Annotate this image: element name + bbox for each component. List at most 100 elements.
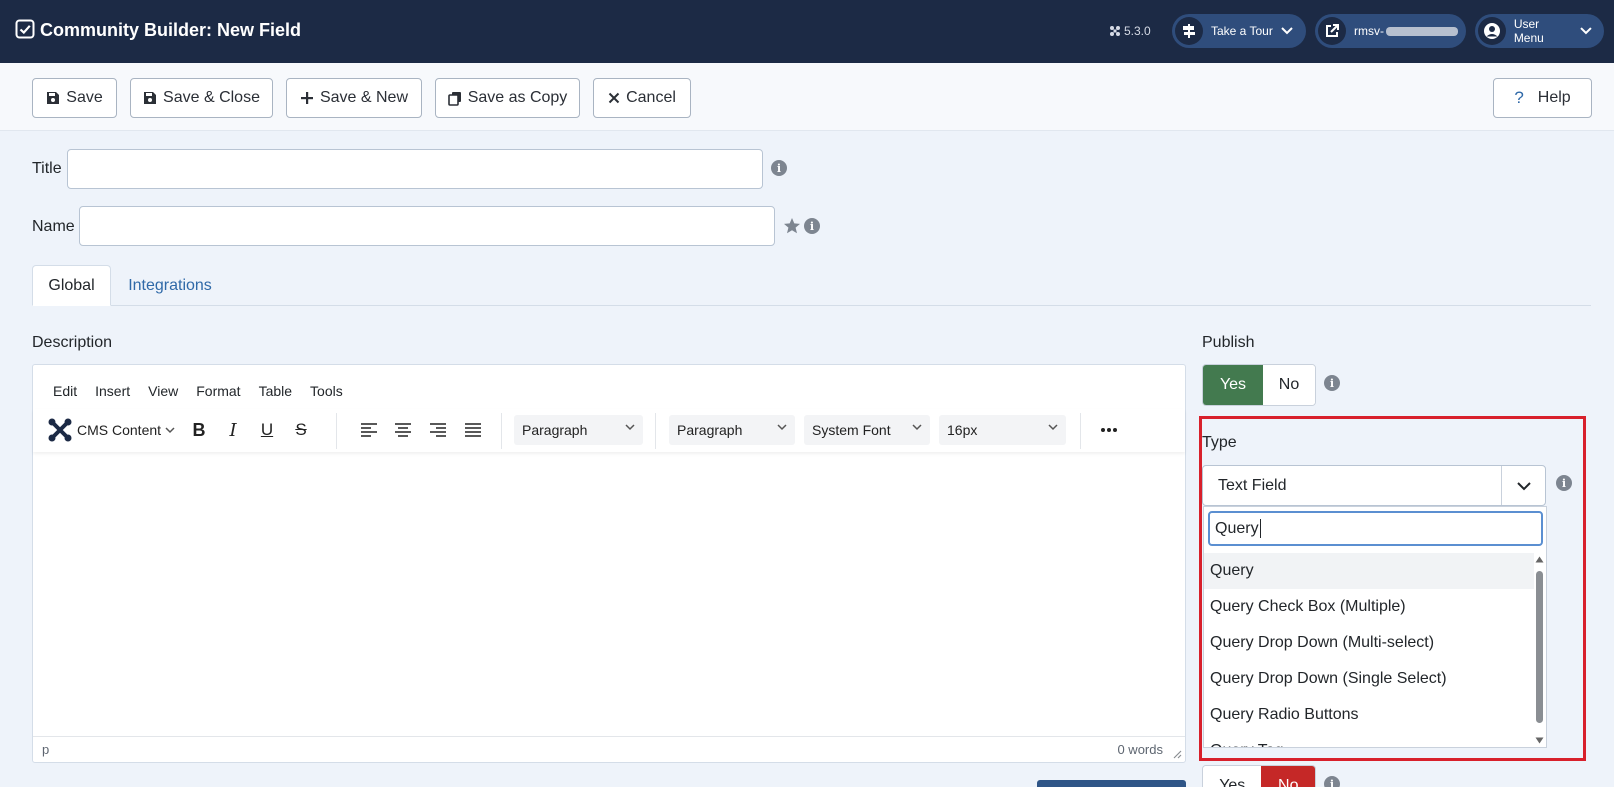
tab-divider — [32, 305, 1591, 306]
more-horizontal-icon — [1101, 428, 1117, 432]
external-link-icon — [1318, 17, 1346, 45]
copy-icon — [447, 91, 461, 106]
save-and-close-button[interactable]: Save & Close — [130, 78, 273, 118]
take-a-tour-button[interactable]: Take a Tour — [1172, 14, 1306, 48]
floppy-disk-icon — [144, 92, 157, 104]
underline-button[interactable]: U — [252, 415, 282, 445]
publish-no-option[interactable]: No — [1263, 365, 1315, 405]
lower-yes-option[interactable]: Yes — [1203, 766, 1262, 787]
type-option-query-dropdown-single[interactable]: Query Drop Down (Single Select) — [1204, 661, 1534, 697]
align-left-icon — [361, 423, 377, 437]
title-input[interactable] — [67, 149, 763, 189]
type-select[interactable]: Text Field — [1202, 465, 1546, 506]
editor-menubar: Edit Insert View Format Table Tools — [53, 383, 343, 399]
editor-toolbar: CMS Content B I U S Paragraph Paragraph — [33, 409, 1185, 452]
action-toolbar: Save Save & Close Save & New Save as Cop… — [0, 63, 1614, 131]
bottom-action-button[interactable] — [1037, 780, 1186, 787]
toolbar-separator — [336, 413, 337, 449]
cancel-button[interactable]: Cancel — [593, 78, 691, 118]
app-header: Community Builder: New Field 5.3.0 Take … — [0, 0, 1614, 63]
chevron-down-icon — [165, 426, 175, 433]
publish-label: Publish — [1202, 334, 1255, 351]
site-link-button[interactable]: rmsv- — [1315, 14, 1466, 48]
type-option-query-radio[interactable]: Query Radio Buttons — [1204, 697, 1534, 733]
publish-yes-option[interactable]: Yes — [1203, 365, 1263, 405]
description-label: Description — [32, 334, 113, 351]
menu-insert[interactable]: Insert — [95, 383, 130, 399]
type-search-input[interactable]: Query — [1208, 511, 1543, 546]
name-input[interactable] — [79, 206, 775, 246]
resize-handle-icon[interactable] — [1172, 749, 1182, 759]
menu-edit[interactable]: Edit — [53, 383, 77, 399]
scrollbar-thumb[interactable] — [1536, 571, 1543, 723]
lower-yes-no-toggle: Yes No — [1202, 765, 1316, 787]
chevron-down-icon — [1281, 27, 1293, 35]
word-count: 0 words — [1117, 742, 1163, 757]
chevron-down-icon — [1580, 27, 1592, 35]
close-icon — [608, 92, 620, 104]
italic-button[interactable]: I — [218, 415, 248, 445]
info-icon[interactable]: i — [1324, 375, 1340, 391]
rich-text-editor: Edit Insert View Format Table Tools CMS … — [32, 364, 1186, 763]
title-label: Title — [32, 160, 62, 177]
user-icon — [1478, 17, 1506, 45]
toolbar-separator — [1080, 413, 1081, 449]
type-options-list: Query Query Check Box (Multiple) Query D… — [1204, 553, 1534, 747]
chevron-down-icon — [625, 424, 635, 431]
help-button[interactable]: ? Help — [1493, 78, 1592, 118]
more-button[interactable] — [1094, 415, 1124, 445]
lower-no-option[interactable]: No — [1261, 766, 1315, 787]
page-title: Community Builder: New Field — [40, 20, 302, 40]
joomla-icon — [1110, 26, 1120, 36]
info-icon[interactable]: i — [771, 160, 787, 176]
editor-statusbar: p 0 words — [33, 736, 1185, 762]
text-caret — [1259, 519, 1261, 538]
chevron-down-icon — [912, 424, 922, 431]
save-button[interactable]: Save — [32, 78, 117, 118]
align-justify-button[interactable] — [458, 415, 488, 445]
type-option-query[interactable]: Query — [1204, 553, 1534, 589]
joomla-icon — [48, 418, 72, 442]
editor-content-area[interactable] — [33, 453, 1185, 736]
save-as-copy-button[interactable]: Save as Copy — [435, 78, 580, 118]
menu-view[interactable]: View — [148, 383, 178, 399]
dropdown-scrollbar[interactable] — [1534, 553, 1544, 747]
bold-button[interactable]: B — [184, 415, 214, 445]
version-badge: 5.3.0 — [1109, 24, 1151, 38]
toolbar-separator — [655, 413, 656, 449]
menu-format[interactable]: Format — [196, 383, 240, 399]
element-path[interactable]: p — [42, 742, 49, 757]
tab-global[interactable]: Global — [32, 265, 111, 306]
font-size-select[interactable]: 16px — [939, 415, 1066, 445]
menu-tools[interactable]: Tools — [310, 383, 343, 399]
question-icon: ? — [1514, 88, 1524, 107]
align-left-button[interactable] — [354, 415, 384, 445]
type-label: Type — [1202, 434, 1237, 451]
align-center-icon — [395, 423, 411, 437]
menu-table[interactable]: Table — [259, 383, 292, 399]
type-option-query-checkbox[interactable]: Query Check Box (Multiple) — [1204, 589, 1534, 625]
align-right-button[interactable] — [423, 415, 453, 445]
tab-integrations[interactable]: Integrations — [120, 265, 220, 306]
cms-content-button[interactable]: CMS Content — [47, 415, 179, 445]
info-icon[interactable]: i — [1324, 776, 1340, 787]
block-format-select[interactable]: Paragraph — [514, 415, 643, 445]
paragraph-style-select[interactable]: Paragraph — [669, 415, 795, 445]
user-menu-button[interactable]: User Menu — [1475, 14, 1604, 48]
info-icon[interactable]: i — [804, 218, 820, 234]
name-label: Name — [32, 218, 75, 235]
type-option-query-tag[interactable]: Query Tag — [1204, 733, 1534, 747]
floppy-disk-icon — [47, 92, 60, 104]
align-center-button[interactable] — [388, 415, 418, 445]
save-and-new-button[interactable]: Save & New — [286, 78, 422, 118]
scroll-up-icon[interactable] — [1535, 556, 1544, 563]
publish-toggle: Yes No — [1202, 364, 1316, 406]
chevron-down-icon[interactable] — [1501, 466, 1545, 505]
type-option-query-dropdown-multi[interactable]: Query Drop Down (Multi-select) — [1204, 625, 1534, 661]
toolbar-separator — [501, 413, 502, 449]
strikethrough-button[interactable]: S — [286, 415, 316, 445]
font-family-select[interactable]: System Font — [804, 415, 930, 445]
info-icon[interactable]: i — [1556, 475, 1572, 491]
checkbox-checked-icon — [15, 19, 35, 39]
scroll-down-icon[interactable] — [1535, 737, 1544, 744]
